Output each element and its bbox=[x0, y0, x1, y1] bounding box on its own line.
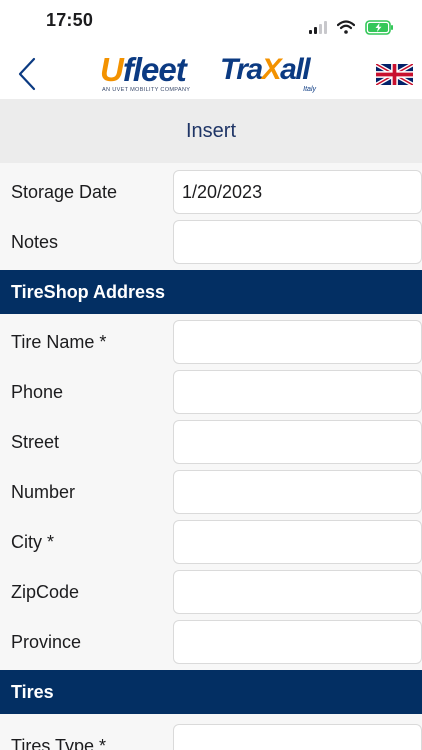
title-band: Insert bbox=[0, 99, 422, 163]
status-bar: 17:50 bbox=[0, 0, 422, 46]
tire-name-input[interactable] bbox=[173, 320, 422, 364]
city-input[interactable] bbox=[173, 520, 422, 564]
chevron-left-icon bbox=[18, 57, 36, 91]
notes-input[interactable] bbox=[173, 220, 422, 264]
number-label: Number bbox=[11, 482, 76, 502]
phone-input[interactable] bbox=[173, 370, 422, 414]
row-zipcode: ZipCode bbox=[0, 570, 422, 620]
row-storage-date: Storage Date bbox=[0, 170, 422, 220]
zipcode-label: ZipCode bbox=[11, 582, 80, 602]
row-tires-type: Tires Type * bbox=[0, 724, 422, 750]
status-time: 17:50 bbox=[46, 10, 94, 30]
tire-name-label: Tire Name * bbox=[11, 332, 107, 352]
zipcode-input[interactable] bbox=[173, 570, 422, 614]
storage-date-input[interactable] bbox=[173, 170, 422, 214]
battery-charging-icon bbox=[365, 19, 393, 35]
traxall-wordmark: TraXall bbox=[220, 53, 311, 86]
province-input[interactable] bbox=[173, 620, 422, 664]
row-phone: Phone bbox=[0, 370, 422, 420]
city-label: City * bbox=[11, 532, 55, 552]
province-label: Province bbox=[11, 632, 82, 652]
row-street: Street bbox=[0, 420, 422, 470]
wifi-icon bbox=[337, 20, 355, 34]
page-title: Insert bbox=[185, 119, 237, 142]
row-notes: Notes bbox=[0, 220, 422, 270]
traxall-logo: TraXall Italy bbox=[220, 52, 320, 96]
status-icons bbox=[309, 19, 394, 35]
row-city: City * bbox=[0, 520, 422, 570]
back-button[interactable] bbox=[14, 56, 44, 92]
street-input[interactable] bbox=[173, 420, 422, 464]
street-label: Street bbox=[11, 432, 60, 452]
row-province: Province bbox=[0, 620, 422, 670]
nav-bar: Ufleet AN UVET MOBILITY COMPANY TraXall … bbox=[0, 46, 422, 99]
ufleet-wordmark: Ufleet bbox=[100, 51, 187, 88]
ufleet-tagline: AN UVET MOBILITY COMPANY bbox=[102, 87, 191, 93]
ufleet-logo: Ufleet AN UVET MOBILITY COMPANY bbox=[100, 52, 202, 96]
row-tire-name: Tire Name * bbox=[0, 320, 422, 370]
tires-type-input[interactable] bbox=[173, 724, 422, 750]
phone-label: Phone bbox=[11, 382, 64, 402]
section-header-tires: Tires bbox=[0, 670, 422, 714]
number-input[interactable] bbox=[173, 470, 422, 514]
uk-flag-icon bbox=[376, 64, 413, 85]
signal-icon bbox=[309, 20, 327, 34]
tires-type-label: Tires Type * bbox=[11, 736, 107, 750]
section-header-tireshop-address: TireShop Address bbox=[0, 270, 422, 314]
traxall-sublabel: Italy bbox=[303, 86, 316, 93]
language-button[interactable] bbox=[376, 64, 413, 85]
row-number: Number bbox=[0, 470, 422, 520]
storage-date-label: Storage Date bbox=[11, 182, 118, 202]
notes-label: Notes bbox=[11, 232, 59, 252]
